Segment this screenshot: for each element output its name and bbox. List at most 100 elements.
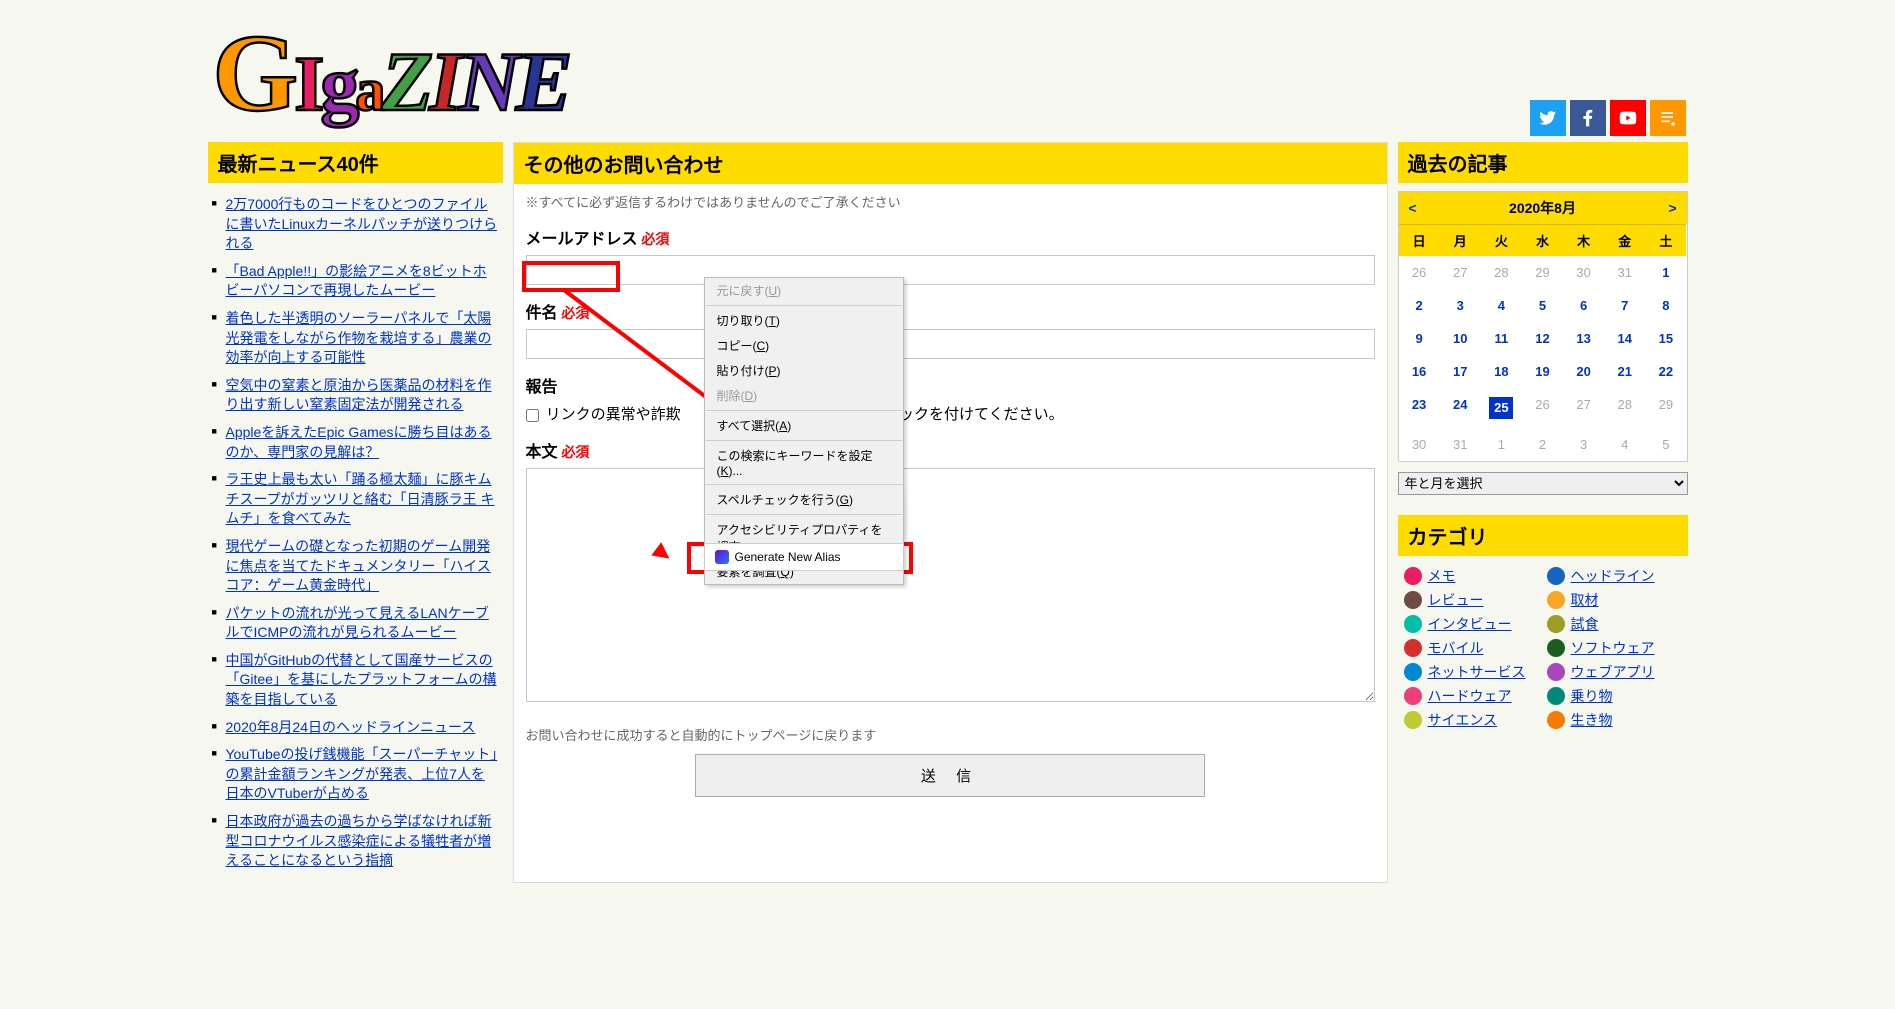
ctx-copy[interactable]: コピー(C) [705,333,903,358]
youtube-icon[interactable] [1610,100,1646,136]
cal-day[interactable]: 16 [1399,355,1440,388]
news-link[interactable]: 「Bad Apple!!」の影絵アニメを8ビットホビーパソコンで再現したムービー [226,263,487,299]
twitter-icon[interactable] [1530,100,1566,136]
category-item[interactable]: 生き物 [1547,710,1682,730]
category-item[interactable]: ヘッドライン [1547,566,1682,586]
cal-day[interactable]: 17 [1440,355,1481,388]
cal-day[interactable]: 1 [1645,256,1686,289]
cal-day-prev: 26 [1399,256,1440,289]
category-label: 試食 [1571,614,1599,634]
cal-day[interactable]: 21 [1604,355,1645,388]
category-label: 生き物 [1571,710,1613,730]
category-dot-icon [1547,591,1565,609]
news-link[interactable]: 着色した半透明のソーラーパネルで「太陽光発電をしながら作物を栽培する」農業の効率… [226,310,492,365]
cal-day: 30 [1399,428,1440,461]
month-select[interactable]: 年と月を選択 [1398,472,1688,495]
cal-day[interactable]: 10 [1440,322,1481,355]
category-dot-icon [1404,567,1422,585]
news-link[interactable]: 中国がGitHubの代替として国産サービスの「Gitee」を基にしたプラットフォ… [226,652,497,707]
cal-dow: 水 [1522,224,1563,256]
category-dot-icon [1547,711,1565,729]
cal-day[interactable]: 9 [1399,322,1440,355]
cal-day[interactable]: 5 [1522,289,1563,322]
cal-day[interactable]: 18 [1481,355,1522,388]
cal-dow: 火 [1481,224,1522,256]
submit-button[interactable]: 送 信 [695,754,1204,797]
cal-day: 26 [1522,388,1563,428]
site-logo[interactable]: GIgaZINE [198,0,1698,142]
category-item[interactable]: インタビュー [1404,614,1539,634]
ctx-undo[interactable]: 元に戻す(U) [705,278,903,303]
news-link[interactable]: 現代ゲームの礎となった初期のゲーム開発に焦点を当てたドキュメンタリー「ハイスコア… [226,538,491,593]
cal-day[interactable]: 3 [1440,289,1481,322]
report-checkbox[interactable] [526,409,539,422]
category-item[interactable]: モバイル [1404,638,1539,658]
cal-day[interactable]: 8 [1645,289,1686,322]
category-item[interactable]: ソフトウェア [1547,638,1682,658]
cal-day: 29 [1645,388,1686,428]
ctx-spellcheck[interactable]: スペルチェックを行う(G) [705,487,903,512]
subject-input[interactable] [526,329,1375,359]
category-dot-icon [1547,687,1565,705]
ctx-cut[interactable]: 切り取り(T) [705,308,903,333]
category-dot-icon [1404,711,1422,729]
category-dot-icon [1547,639,1565,657]
cal-day[interactable]: 7 [1604,289,1645,322]
email-input[interactable] [526,255,1375,285]
category-item[interactable]: レビュー [1404,590,1539,610]
category-dot-icon [1547,567,1565,585]
news-link[interactable]: Appleを訴えたEpic Gamesに勝ち目はあるのか、専門家の見解は？ [226,424,492,460]
ctx-search-keyword[interactable]: この検索にキーワードを設定(K)... [705,443,903,482]
category-item[interactable]: サイエンス [1404,710,1539,730]
cal-day[interactable]: 20 [1563,355,1604,388]
cal-day[interactable]: 14 [1604,322,1645,355]
ctx-select-all[interactable]: すべて選択(A) [705,413,903,438]
category-item[interactable]: ネットサービス [1404,662,1539,682]
cal-day[interactable]: 25 [1481,388,1522,428]
news-item: 着色した半透明のソーラーパネルで「太陽光発電をしながら作物を栽培する」農業の効率… [212,305,499,372]
cal-day[interactable]: 2 [1399,289,1440,322]
news-link[interactable]: YouTubeの投げ銭機能「スーパーチャット」の累計金額ランキングが発表、上位7… [226,746,498,801]
cal-day[interactable]: 11 [1481,322,1522,355]
cal-day[interactable]: 24 [1440,388,1481,428]
cal-day[interactable]: 6 [1563,289,1604,322]
news-link[interactable]: 2020年8月24日のヘッドラインニュース [226,719,476,735]
news-item: 「Bad Apple!!」の影絵アニメを8ビットホビーパソコンで再現したムービー [212,258,499,305]
cal-day[interactable]: 4 [1481,289,1522,322]
category-label: ソフトウェア [1571,638,1655,658]
ctx-generate-alias[interactable]: Generate New Alias [704,543,904,571]
facebook-icon[interactable] [1570,100,1606,136]
news-link[interactable]: ラ王史上最も太い「踊る極太麺」に豚キムチスープがガッツリと絡む「日清豚ラ王 キム… [226,471,495,526]
body-textarea[interactable] [526,468,1375,702]
news-link[interactable]: 2万7000行ものコードをひとつのファイルに書いたLinuxカーネルパッチが送り… [226,196,498,251]
category-label: モバイル [1428,638,1484,658]
ctx-paste[interactable]: 貼り付け(P) [705,358,903,383]
category-item[interactable]: メモ [1404,566,1539,586]
news-link[interactable]: 日本政府が過去の過ちから学ばなければ新型コロナウイルス感染症による犠牲者が増える… [226,813,492,868]
news-link[interactable]: パケットの流れが光って見えるLANケーブルでICMPの流れが見られるムービー [226,605,489,641]
cal-day[interactable]: 12 [1522,322,1563,355]
cal-day[interactable]: 15 [1645,322,1686,355]
category-item[interactable]: 取材 [1547,590,1682,610]
cal-day[interactable]: 19 [1522,355,1563,388]
cal-day[interactable]: 22 [1645,355,1686,388]
category-label: ネットサービス [1428,662,1526,682]
latest-news-header: 最新ニュース40件 [208,142,503,183]
category-item[interactable]: 乗り物 [1547,686,1682,706]
category-item[interactable]: ハードウェア [1404,686,1539,706]
category-label: ヘッドライン [1571,566,1655,586]
cal-day[interactable]: 23 [1399,388,1440,428]
news-link[interactable]: 空気中の窒素と原油から医薬品の材料を作り出す新しい窒素固定法が開発される [226,377,492,413]
ctx-delete[interactable]: 削除(D) [705,383,903,408]
cal-day[interactable]: 13 [1563,322,1604,355]
category-dot-icon [1547,663,1565,681]
news-item: 空気中の窒素と原油から医薬品の材料を作り出す新しい窒素固定法が開発される [212,372,499,419]
category-item[interactable]: 試食 [1547,614,1682,634]
form-disclaimer: ※すべてに必ず返信するわけではありませんのでご了承ください [526,192,1375,211]
cal-next[interactable]: > [1668,200,1676,216]
cal-day-prev: 28 [1481,256,1522,289]
cal-prev[interactable]: < [1409,200,1417,216]
category-item[interactable]: ウェブアプリ [1547,662,1682,682]
ranking-icon[interactable] [1650,100,1686,136]
subject-label: 件名 [526,299,558,323]
